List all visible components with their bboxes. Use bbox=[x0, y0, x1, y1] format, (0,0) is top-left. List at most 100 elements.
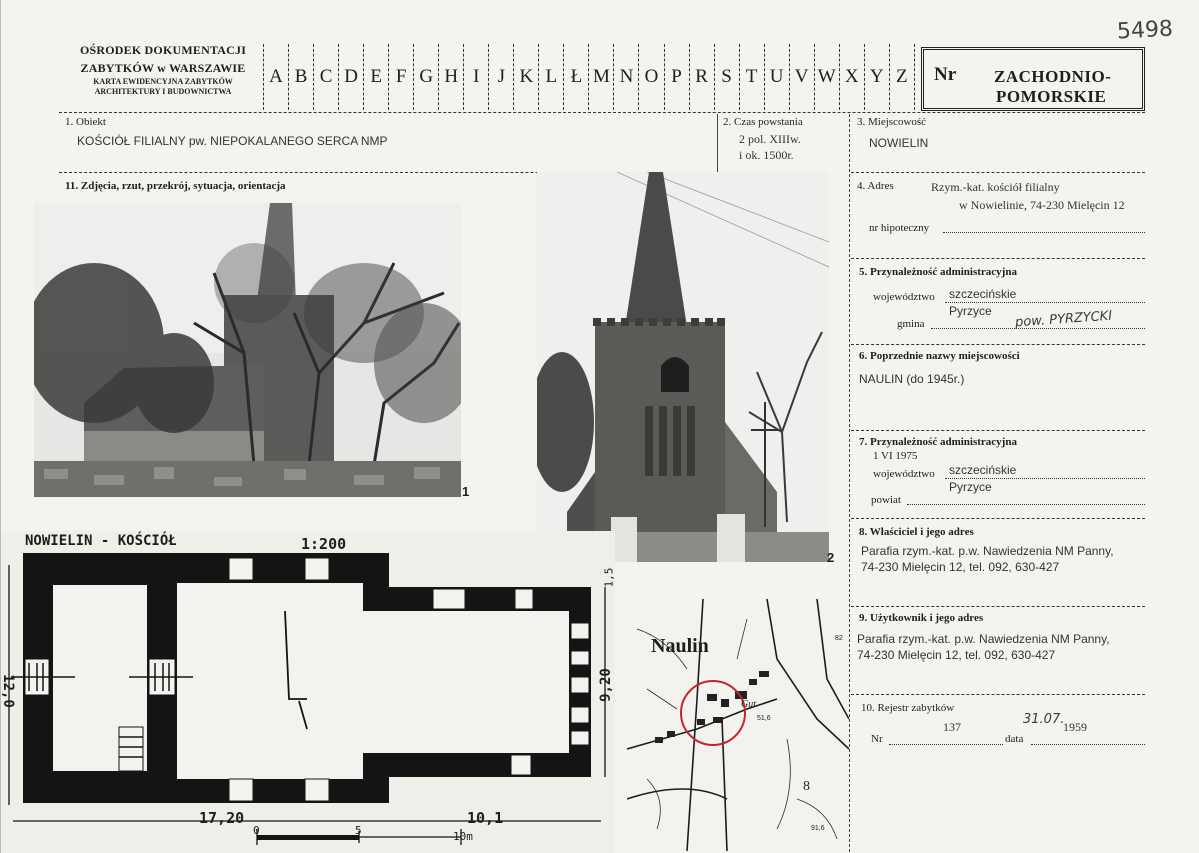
inventory-card: 5498 OŚRODEK DOKUMENTACJI ZABYTKÓW w WAR… bbox=[0, 0, 1199, 853]
rejestr-label: 10. Rejestr zabytków bbox=[861, 702, 955, 714]
rejestr-data-handwritten: 31.07. bbox=[1023, 712, 1065, 727]
handwritten-number: 5498 bbox=[1116, 16, 1174, 45]
adres-value-2: w Nowielinie, 74-230 Mielęcin 12 bbox=[959, 198, 1125, 212]
index-letter: J bbox=[488, 44, 513, 110]
index-letter: L bbox=[538, 44, 563, 110]
plan-dim-right-small: 1,5 bbox=[602, 567, 616, 588]
index-letter: U bbox=[763, 44, 789, 110]
index-letter: Ł bbox=[563, 44, 588, 110]
church-photo-2-illustration bbox=[537, 172, 829, 562]
wojewodztwo-value: szczecińskie bbox=[949, 287, 1017, 301]
obiekt-value: KOŚCIÓŁ FILIALNY pw. NIEPOKALANEGO SERCA… bbox=[77, 134, 388, 148]
index-letter: E bbox=[363, 44, 388, 110]
rejestr-nr-dots bbox=[889, 744, 1003, 745]
plan-dim-bottom-2: 10,1 bbox=[467, 809, 504, 827]
adres-label: 4. Adres bbox=[857, 180, 894, 192]
row1-divider-2 bbox=[849, 114, 850, 852]
floor-plan: NOWIELIN - KOŚCIÓŁ 1:200 12,0 9,20 1,5 1… bbox=[0, 531, 616, 853]
row8-bottom-rule bbox=[851, 606, 1145, 607]
institution-line-2: ZABYTKÓW w WARSZAWIE bbox=[80, 61, 246, 75]
index-letter: T bbox=[738, 44, 764, 110]
index-letter: F bbox=[388, 44, 413, 110]
wlasciciel-value-2: 74-230 Mielęcin 12, tel. 092, 630-427 bbox=[861, 560, 1060, 574]
index-letter: O bbox=[638, 44, 663, 110]
wojewodztwo75-value: szczecińskie bbox=[949, 463, 1017, 477]
rejestr-data-dots bbox=[1031, 744, 1145, 745]
index-letter: X bbox=[838, 44, 864, 110]
index-letter: C bbox=[313, 44, 338, 110]
przynaleznosc-label: 5. Przynależność administracyjna bbox=[859, 266, 1017, 278]
rejestr-data-label: data bbox=[1005, 733, 1024, 745]
header-bottom-rule bbox=[59, 112, 1145, 113]
index-letter: Z bbox=[888, 44, 915, 110]
number-box: Nr ZACHODNIO- POMORSKIE bbox=[921, 47, 1145, 111]
miejscowosc-value: NOWIELIN bbox=[869, 136, 929, 150]
czas-label: 2. Czas powstania bbox=[723, 116, 803, 128]
zdjecia-label: 11. Zdjęcia, rzut, przekrój, sytuacja, o… bbox=[65, 180, 286, 192]
index-letter: B bbox=[288, 44, 313, 110]
czas-value-2: i ok. 1500r. bbox=[739, 148, 794, 162]
photo1-number: 1 bbox=[462, 484, 470, 499]
index-letter: K bbox=[513, 44, 538, 110]
index-letter: A bbox=[263, 44, 288, 110]
plan-dim-right: 9,20 bbox=[597, 668, 614, 702]
map-place-name: Naulin bbox=[651, 635, 709, 657]
plan-dim-left: 12,0 bbox=[0, 674, 16, 708]
wlasciciel-value-1: Parafia rzym.-kat. p.w. Nawiedzenia NM P… bbox=[861, 544, 1114, 558]
powiat-label: powiat bbox=[871, 494, 901, 506]
alphabet-index: ABCDEFGHIJKLŁMNOPRSTUVWXYZ bbox=[263, 44, 915, 110]
index-letter: P bbox=[663, 44, 689, 110]
miejscowosc-label: 3. Miejscowość bbox=[857, 116, 927, 128]
row1-divider bbox=[717, 114, 718, 172]
row4-bottom-rule bbox=[851, 258, 1145, 259]
plan-dim-bottom-1: 17,20 bbox=[199, 809, 245, 827]
powiat-value: Pyrzyce bbox=[949, 480, 992, 494]
region-line-1: ZACHODNIO- bbox=[994, 67, 1112, 86]
row7-bottom-rule bbox=[851, 518, 1145, 519]
gmina-label: gmina bbox=[897, 318, 925, 330]
wojewodztwo75-label: województwo bbox=[873, 468, 935, 480]
index-letter: V bbox=[788, 44, 814, 110]
nr-hipoteczny-dots bbox=[943, 232, 1145, 233]
nr-hipoteczny-label: nr hipoteczny bbox=[869, 222, 930, 234]
row3-bottom-rule bbox=[851, 172, 1145, 173]
index-letter: D bbox=[338, 44, 363, 110]
map-label-gut: Gut bbox=[741, 699, 756, 710]
index-letter: H bbox=[438, 44, 463, 110]
region-line-2: POMORSKIE bbox=[996, 87, 1107, 106]
institution-block: OŚRODEK DOKUMENTACJI ZABYTKÓW w WARSZAWI… bbox=[65, 44, 261, 96]
institution-line-1: OŚRODEK DOKUMENTACJI bbox=[79, 43, 247, 57]
uzytkownik-value-1: Parafia rzym.-kat. p.w. Nawiedzenia NM P… bbox=[857, 632, 1110, 646]
index-letter: I bbox=[463, 44, 488, 110]
church-photo-1-illustration bbox=[34, 203, 461, 497]
plan-drawing bbox=[8, 553, 606, 845]
map-label-916: 91,6 bbox=[811, 825, 825, 832]
poprzednie-label: 6. Poprzednie nazwy miejscowości bbox=[859, 350, 1020, 362]
index-letter: N bbox=[613, 44, 638, 110]
index-letter: Y bbox=[863, 44, 889, 110]
wojewodztwo-dots bbox=[945, 302, 1145, 303]
uzytkownik-value-2: 74-230 Mielęcin 12, tel. 092, 630-427 bbox=[857, 648, 1056, 662]
church-photo-2 bbox=[537, 172, 829, 562]
church-photo-1 bbox=[34, 203, 461, 497]
przynaleznosc75-date: 1 VI 1975 bbox=[873, 450, 918, 462]
row6-bottom-rule bbox=[851, 430, 1145, 431]
wojewodztwo-label: województwo bbox=[873, 291, 935, 303]
map-label-8: 8 bbox=[803, 779, 810, 794]
obiekt-label: 1. Obiekt bbox=[65, 116, 106, 128]
index-letter: G bbox=[413, 44, 438, 110]
index-letter: M bbox=[588, 44, 613, 110]
powiat-dots bbox=[907, 504, 1145, 505]
institution-line-3: KARTA EWIDENCYJNA ZABYTKÓW bbox=[93, 77, 233, 86]
scalebar-5: 5 bbox=[355, 824, 362, 837]
row5-bottom-rule bbox=[851, 344, 1145, 345]
map-label-82: 82 bbox=[835, 635, 843, 642]
rejestr-nr-label: Nr bbox=[871, 733, 883, 745]
czas-value-1: 2 pol. XIIIw. bbox=[739, 132, 801, 146]
scalebar-10: 10m bbox=[453, 830, 473, 843]
row9-bottom-rule bbox=[851, 694, 1145, 695]
poprzednie-value: NAULIN (do 1945r.) bbox=[859, 372, 965, 386]
rejestr-data-value: 1959 bbox=[1063, 720, 1087, 734]
institution-line-4: ARCHITEKTURY I BUDOWNICTWA bbox=[94, 87, 232, 96]
nr-label: Nr bbox=[934, 64, 957, 85]
